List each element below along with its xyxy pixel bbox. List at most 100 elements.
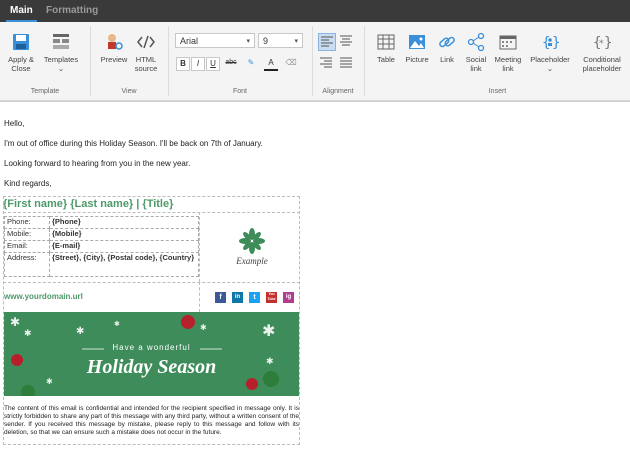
chevron-down-icon: ▾: [294, 38, 298, 45]
templates-label: Templates: [43, 55, 79, 64]
meeting-link-label-2: link: [502, 64, 514, 73]
picture-icon: [409, 35, 425, 49]
disclaimer-text: The content of this email is confidentia…: [4, 405, 299, 436]
templates-icon: [53, 34, 69, 49]
font-color-icon: A: [268, 58, 274, 67]
highlighter-icon: ✎: [247, 58, 255, 67]
insert-table-button[interactable]: Table: [372, 32, 400, 64]
table-icon: [377, 34, 395, 50]
link-icon: [439, 36, 455, 48]
html-source-label-2: source: [134, 64, 158, 73]
align-right-icon: [320, 57, 332, 68]
font-name-value: Arial: [180, 36, 199, 46]
font-size-select[interactable]: 9 ▾: [258, 33, 303, 48]
linkedin-icon[interactable]: in: [232, 292, 243, 303]
templates-button[interactable]: Templates ⌄: [42, 32, 80, 73]
tab-main[interactable]: Main: [2, 0, 41, 22]
divider: [364, 26, 365, 96]
conditional-placeholder-icon: { } *: [593, 35, 612, 51]
align-center-button[interactable]: [338, 33, 356, 51]
email-line-1: I'm out of office during this Holiday Se…: [4, 139, 263, 148]
holiday-banner-art: ✱✱ ✱✱ ✱✱ ✱ ✱: [10, 315, 279, 396]
svg-text:✱: ✱: [24, 329, 32, 339]
instagram-icon[interactable]: ig: [283, 292, 294, 303]
font-size-value: 9: [263, 36, 269, 46]
highlight-color-button[interactable]: ✎: [244, 57, 258, 71]
insert-link-button[interactable]: Link: [435, 32, 459, 64]
align-justify-icon: [340, 57, 352, 68]
chevron-down-icon: ⌄: [57, 64, 65, 73]
apply-close-label-1: Apply &: [8, 55, 34, 64]
contact-details-table: Phone: {Phone} Mobile: {Mobile} Email: {…: [4, 216, 199, 277]
svg-text:✱: ✱: [10, 315, 20, 329]
align-center-icon: [340, 35, 352, 46]
preview-button[interactable]: Preview: [98, 32, 130, 64]
table-label: Table: [377, 55, 395, 64]
align-right-button[interactable]: [318, 55, 336, 73]
banner-line-1: Have a wonderful: [112, 343, 191, 352]
detail-label: Email:: [4, 240, 50, 253]
logo-text: Example: [236, 256, 268, 266]
holiday-banner: ✱ ✱ ✱ ✱ ✱ ✱ ✱ ✱ Have a wonderful Holiday Sea…: [4, 312, 299, 396]
email-closing: Kind regards,: [4, 179, 52, 188]
link-label: Link: [440, 55, 454, 64]
html-source-button[interactable]: HTML source: [131, 32, 161, 73]
insert-picture-button[interactable]: Picture: [402, 32, 432, 64]
insert-social-link-button[interactable]: Social link: [462, 32, 490, 73]
italic-button[interactable]: I: [191, 57, 205, 71]
picture-label: Picture: [405, 55, 429, 64]
divider: [168, 26, 169, 96]
chevron-down-icon: ⌄: [546, 64, 554, 73]
website-link[interactable]: www.yourdomain.url: [4, 292, 83, 301]
facebook-icon[interactable]: f: [215, 292, 226, 303]
svg-text:*: *: [599, 39, 604, 49]
strikethrough-button[interactable]: abc: [224, 57, 238, 71]
svg-text:}: }: [604, 35, 612, 51]
chevron-down-icon: ▾: [246, 38, 250, 45]
table-row: Phone: {Phone}: [4, 216, 199, 229]
apply-close-button[interactable]: Apply & Close: [5, 32, 37, 73]
insert-group-label: Insert: [488, 88, 507, 95]
html-source-label-1: HTML: [135, 55, 157, 64]
save-icon: [13, 34, 29, 50]
conditional-placeholder-label-1: Conditional: [583, 55, 621, 64]
font-color-button[interactable]: A: [264, 57, 278, 71]
detail-value: {Phone}: [49, 216, 199, 229]
underline-button[interactable]: U: [206, 57, 220, 71]
youtube-icon[interactable]: You Tube: [266, 292, 277, 303]
detail-label: Phone:: [4, 216, 50, 229]
insert-conditional-placeholder-button[interactable]: { } * Conditional placeholder: [576, 32, 628, 73]
meeting-link-label-1: Meeting: [494, 55, 522, 64]
divider: [199, 282, 200, 312]
tab-formatting[interactable]: Formatting: [38, 0, 106, 22]
conditional-placeholder-label-2: placeholder: [582, 64, 622, 73]
divider: [312, 26, 313, 96]
detail-value: {E-mail}: [49, 240, 199, 253]
align-left-icon: [321, 36, 333, 47]
email-line-2: Looking forward to hearing from you in t…: [4, 159, 191, 168]
bold-button[interactable]: B: [176, 57, 190, 71]
detail-label: Address:: [4, 252, 50, 277]
share-icon: [467, 32, 485, 52]
svg-text:}: }: [552, 35, 560, 51]
detail-label: Mobile:: [4, 228, 50, 241]
svg-text:✱: ✱: [114, 320, 120, 328]
font-name-select[interactable]: Arial ▾: [175, 33, 255, 48]
clear-format-button[interactable]: ⌫: [284, 57, 298, 71]
insert-placeholder-button[interactable]: { } Placeholder ⌄: [528, 32, 572, 73]
placeholder-label: Placeholder: [530, 55, 570, 64]
email-editor[interactable]: Hello, I'm out of office during this Hol…: [0, 101, 630, 455]
svg-text:✱: ✱: [76, 326, 84, 337]
template-group-label: Template: [30, 88, 60, 95]
alignment-group-label: Alignment: [322, 88, 354, 95]
align-left-button[interactable]: [318, 33, 336, 51]
table-row: Email: {E-mail}: [4, 240, 199, 253]
divider: [90, 26, 91, 96]
twitter-icon[interactable]: t: [249, 292, 260, 303]
divider: [199, 212, 200, 282]
banner-line-2: Holiday Season: [86, 356, 217, 378]
insert-meeting-link-button[interactable]: Meeting link: [492, 32, 524, 73]
tab-bar: Main Formatting: [0, 0, 630, 22]
company-logo: Example: [222, 228, 282, 266]
align-justify-button[interactable]: [338, 55, 356, 73]
